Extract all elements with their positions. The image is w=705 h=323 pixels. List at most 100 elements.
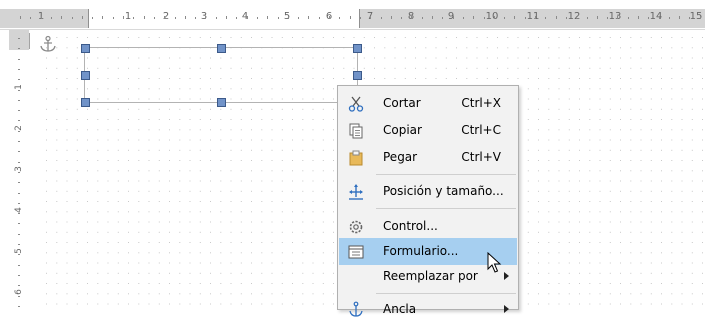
ruler-number: 10 [485,11,499,22]
menu-item-copy[interactable]: Copiar Ctrl+C [339,117,517,144]
ruler-number: 1 [14,84,24,90]
ruler-tick [18,244,20,245]
ruler-tick [18,296,20,297]
ruler-left-margin-mark[interactable] [88,9,89,28]
ruler-number: 3 [14,166,24,172]
ruler-number: 13 [608,11,622,22]
ruler-tick [123,16,124,19]
ruler-tick [82,16,83,19]
menu-item-label: Cortar [383,96,421,110]
ruler-tick [442,17,443,19]
ruler-tick [576,16,577,19]
ruler-bottom-border [0,29,705,30]
ruler-tick [648,17,649,19]
ruler-number: 5 [14,248,24,254]
anchor-icon[interactable] [38,35,58,55]
ruler-tick [164,16,165,19]
resize-handle-bottom-left[interactable] [81,98,90,107]
ruler-tick [18,223,20,224]
paste-icon [349,150,363,166]
ruler-tick [370,16,371,19]
ruler-tick [350,16,351,19]
resize-handle-top[interactable] [217,44,226,53]
ruler-tick [463,17,464,19]
ruler-tick [308,16,309,19]
ruler-number: 11 [526,11,540,22]
menu-item-shortcut: Ctrl+C [461,123,501,137]
ruler-tick [514,16,515,19]
ruler-tick [411,16,412,19]
menu-item-label: Formulario... [383,244,459,258]
ruler-tick [18,100,20,101]
ruler-tick [700,16,701,19]
ruler-tick [18,141,20,142]
ruler-tick [236,17,237,19]
ruler-tick [18,265,20,266]
ruler-tick [669,17,670,19]
context-menu: Cortar Ctrl+X Copiar Ctrl+C Pegar Ctrl+V [337,85,519,317]
resize-handle-bottom[interactable] [217,98,226,107]
resize-handle-left[interactable] [81,71,90,80]
resize-handle-top-right[interactable] [353,44,362,53]
ruler-tick [401,17,402,19]
menu-item-shortcut: Ctrl+V [461,150,501,164]
ruler-tick [432,16,433,19]
ruler-tick [257,17,258,19]
ruler-tick [381,17,382,19]
menu-item-position-size[interactable]: Posición y tamaño... [339,178,517,205]
ruler-tick [18,234,20,235]
ruler-tick [51,17,52,19]
vertical-ruler[interactable]: 1 2 3 4 5 6 [9,30,29,308]
ruler-tick [18,203,20,204]
ruler-number: 4 [14,207,24,213]
resize-handle-top-left[interactable] [81,44,90,53]
menu-item-label: Copiar [383,123,422,137]
menu-item-anchor[interactable]: Ancla [339,296,517,323]
menu-separator [376,208,516,209]
ruler-tick [18,213,20,214]
menu-item-control[interactable]: Control... [339,213,517,240]
ruler-tick [545,17,546,19]
menu-item-cut[interactable]: Cortar Ctrl+X [339,90,517,117]
ruler-tick [18,193,20,194]
ruler-tick [41,16,42,19]
ruler-tick [566,17,567,19]
ruler-tick [205,16,206,19]
ruler-tick [525,17,526,19]
ruler-tick [18,285,20,286]
selected-form-control[interactable] [84,47,358,103]
ruler-tick [18,275,20,276]
ruler-tick [18,120,20,121]
copy-icon [349,123,363,139]
menu-item-label: Posición y tamaño... [383,184,504,198]
anchor-icon [349,301,363,317]
resize-handle-right[interactable] [353,71,362,80]
ruler-number: 3 [200,11,208,22]
ruler-tick [247,16,248,19]
ruler-number: 14 [649,11,663,22]
position-size-icon [349,184,363,200]
ruler-tick [453,16,454,19]
ruler-number: 1 [124,11,132,22]
ruler-tick [587,17,588,19]
horizontal-ruler[interactable]: 1 1 2 3 4 5 6 7 8 9 10 11 12 13 14 15 [0,0,705,30]
ruler-tick [18,90,20,91]
ruler-tick [422,17,423,19]
ruler-tick [154,17,155,19]
menu-item-label: Reemplazar por [383,269,478,283]
ruler-tick [185,16,186,19]
ruler-tick [20,16,21,19]
ruler-tick [18,59,20,60]
ruler-tick [18,172,20,173]
ruler-tick [339,17,340,19]
ruler-tick [18,48,20,49]
ruler-number: 12 [567,11,581,22]
ruler-tick [298,17,299,19]
ruler-tick [18,38,20,39]
menu-item-paste[interactable]: Pegar Ctrl+V [339,144,517,171]
ruler-tick [92,17,93,19]
ruler-tick [18,306,20,307]
ruler-tick [473,16,474,19]
ruler-tick [72,17,73,19]
ruler-tick [617,16,618,19]
